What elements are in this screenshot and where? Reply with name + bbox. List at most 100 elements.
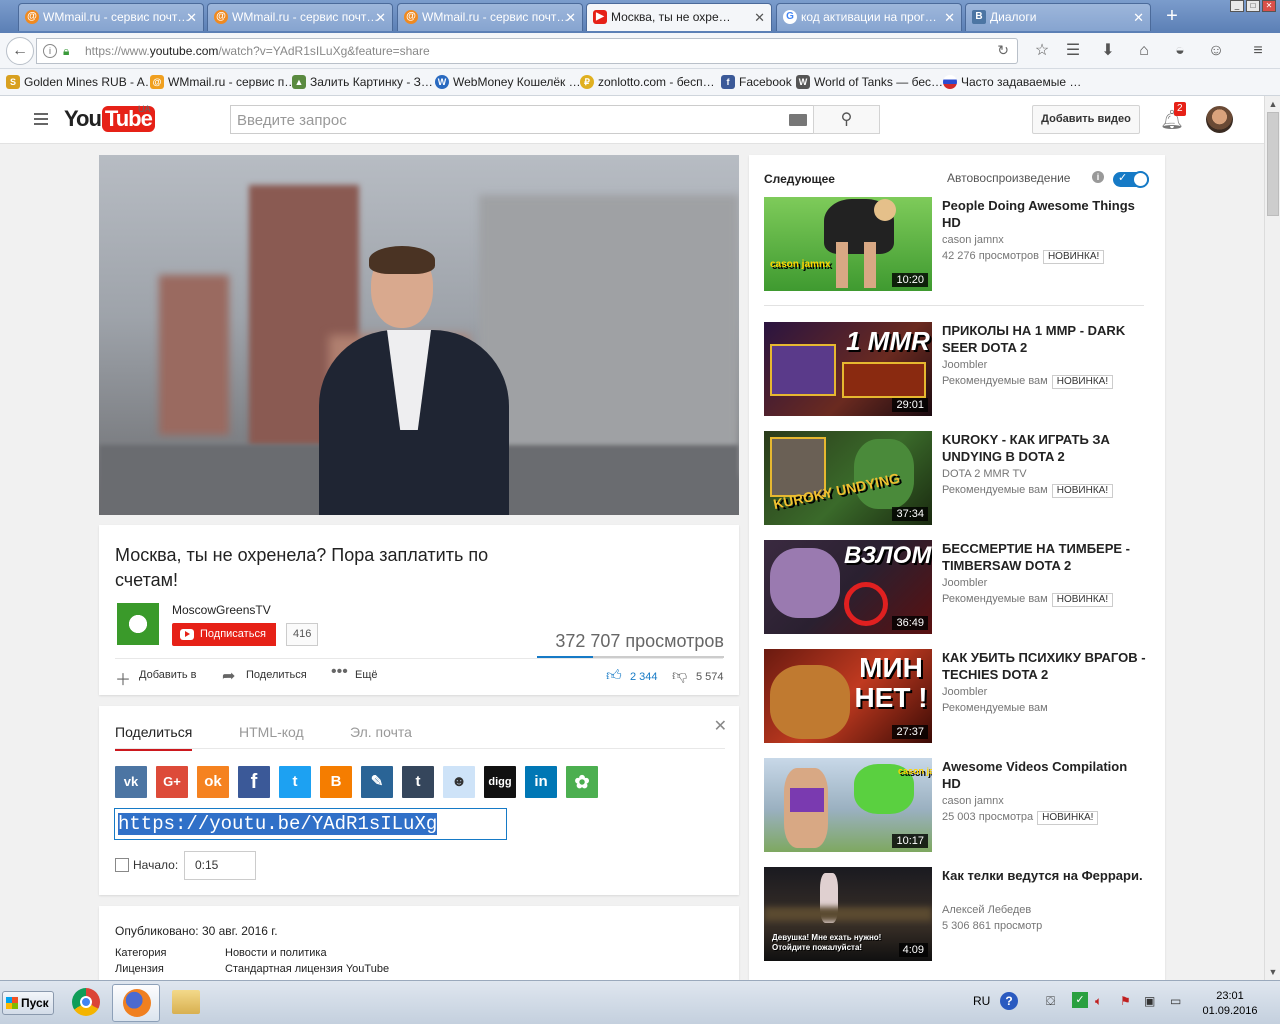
new-tab-button[interactable]: + [1158, 4, 1186, 30]
close-icon[interactable]: ✕ [375, 4, 386, 31]
odnoklassniki-share-icon[interactable]: ok [197, 766, 229, 798]
tumblr-share-icon[interactable]: t [402, 766, 434, 798]
tab-embed[interactable]: HTML-код [239, 724, 304, 740]
bookmark-item[interactable]: Часто задаваемые … [943, 75, 1081, 91]
like-button[interactable]: 👍︎ 2 344 [606, 667, 658, 684]
browser-tab-vk[interactable]: В Диалоги ✕ [965, 3, 1151, 31]
bookmark-item[interactable]: @ WMmail.ru - сервис п… [150, 75, 296, 91]
related-video-item[interactable]: Девушка! Мне ехать нужно! Отойдите пожал… [764, 867, 1154, 961]
close-icon[interactable]: ✕ [714, 716, 727, 736]
language-indicator[interactable]: RU [973, 994, 990, 1008]
hamburger-menu-icon[interactable]: ≡ [1248, 41, 1268, 61]
reddit-share-icon[interactable]: ☻ [443, 766, 475, 798]
start-button[interactable]: Пуск [2, 991, 54, 1015]
network-monitor-icon[interactable]: ⛋ [1046, 994, 1055, 1009]
bookmark-item[interactable]: W WebMoney Кошелёк … [435, 75, 581, 91]
minimize-button[interactable]: _ [1230, 0, 1244, 12]
related-video-item[interactable]: KUROKY UNDYING 37:34 KUROKY - КАК ИГРАТЬ… [764, 431, 1154, 525]
video-title[interactable]: БЕССМЕРТИЕ НА ТИМБЕРЕ - TIMBERSAW DOTA 2 [942, 540, 1147, 574]
video-title[interactable]: ПРИКОЛЫ НА 1 ММР - DARK SEER DOTA 2 [942, 322, 1147, 356]
linkedin-share-icon[interactable]: in [525, 766, 557, 798]
search-input[interactable]: Введите запрос [230, 105, 814, 134]
flag-alert-icon[interactable]: ⚑ [1120, 994, 1131, 1008]
video-player[interactable] [99, 155, 739, 515]
related-video-item[interactable]: 1 MMR 29:01 ПРИКОЛЫ НА 1 ММР - DARK SEER… [764, 322, 1154, 416]
related-video-item[interactable]: cason jamnx 10:20 People Doing Awesome T… [764, 197, 1154, 291]
video-thumbnail[interactable]: ВЗЛОМ 36:49 [764, 540, 932, 634]
video-thumbnail[interactable]: 1 MMR 29:01 [764, 322, 932, 416]
subscribe-button[interactable]: Подписаться [172, 623, 276, 646]
pocket-icon[interactable]: ◒ [1170, 41, 1190, 61]
vk-share-icon[interactable]: vk [115, 766, 147, 798]
add-to-button[interactable]: ＋ Добавить в [115, 669, 197, 689]
video-thumbnail[interactable]: KUROKY UNDYING 37:34 [764, 431, 932, 525]
volume-icon[interactable]: 🔈︎ [1095, 994, 1102, 1009]
google-plus-share-icon[interactable]: G+ [156, 766, 188, 798]
browser-tab-3[interactable]: @ WMmail.ru - сервис почт… ✕ [397, 3, 583, 31]
close-icon[interactable]: ✕ [754, 4, 765, 31]
blogger-share-icon[interactable]: B [320, 766, 352, 798]
home-icon[interactable]: ⌂ [1134, 41, 1154, 61]
video-thumbnail[interactable]: cason jamnx 10:17 [764, 758, 932, 852]
bookmark-item[interactable]: ₽ zonlotto.com - бесп… [580, 75, 715, 91]
close-icon[interactable]: ✕ [944, 4, 955, 31]
bookmark-item[interactable]: W World of Tanks — бес… [796, 75, 943, 91]
livejournal-share-icon[interactable]: ✎ [361, 766, 393, 798]
browser-tab-youtube[interactable]: ▶ Москва, ты не охре… ✕ [586, 3, 772, 31]
power-icon[interactable]: ▭ [1170, 994, 1181, 1008]
digg-share-icon[interactable]: digg [484, 766, 516, 798]
guide-menu-icon[interactable] [34, 113, 48, 125]
video-title[interactable]: Как телки ведутся на Феррари. [942, 867, 1147, 884]
video-thumbnail[interactable]: cason jamnx 10:20 [764, 197, 932, 291]
close-icon[interactable]: ✕ [565, 4, 576, 31]
channel-avatar[interactable] [117, 603, 159, 645]
autoplay-toggle[interactable]: ✓ [1113, 171, 1149, 188]
close-icon[interactable]: ✕ [186, 4, 197, 31]
tab-share[interactable]: Поделиться [115, 724, 193, 751]
twitter-share-icon[interactable]: t [279, 766, 311, 798]
tab-email[interactable]: Эл. почта [350, 724, 412, 740]
related-video-item[interactable]: МИН НЕТ ! 27:37 КАК УБИТЬ ПСИХИКУ ВРАГОВ… [764, 649, 1154, 743]
video-title[interactable]: КАК УБИТЬ ПСИХИКУ ВРАГОВ - TECHIES DOTA … [942, 649, 1147, 683]
bookmark-item[interactable]: S Golden Mines RUB - A… [6, 75, 157, 91]
share-button[interactable]: ➦ Поделиться [222, 668, 307, 685]
browser-tab-1[interactable]: @ WMmail.ru - сервис почт… ✕ [18, 3, 204, 31]
short-url-field[interactable]: https://youtu.be/YAdR1sILuXg [114, 808, 507, 840]
page-scrollbar[interactable]: ▲ ▼ [1264, 96, 1280, 980]
bookmark-item[interactable]: f Facebook [721, 75, 792, 91]
reload-icon[interactable]: ↻ [997, 42, 1009, 59]
close-window-button[interactable]: ✕ [1262, 0, 1276, 12]
browser-tab-2[interactable]: @ WMmail.ru - сервис почт… ✕ [207, 3, 393, 31]
avatar[interactable] [1206, 106, 1233, 133]
system-clock[interactable]: 23:01 01.09.2016 [1196, 989, 1264, 1019]
start-time-checkbox[interactable] [115, 858, 129, 872]
info-icon[interactable]: i [43, 44, 57, 58]
keyboard-icon[interactable] [789, 114, 807, 126]
taskbar-chrome[interactable] [62, 984, 110, 1022]
scrollbar-thumb[interactable] [1267, 112, 1279, 216]
taskbar-firefox[interactable] [112, 984, 160, 1022]
dislike-button[interactable]: 👎︎ 5 574 [672, 667, 724, 684]
category-value[interactable]: Новости и политика [225, 947, 327, 959]
video-thumbnail[interactable]: Девушка! Мне ехать нужно! Отойдите пожал… [764, 867, 932, 961]
back-button[interactable]: ← [6, 37, 34, 65]
reading-list-icon[interactable]: ☰ [1063, 41, 1083, 61]
video-title[interactable]: KUROKY - КАК ИГРАТЬ ЗА UNDYING В DOTA 2 [942, 431, 1147, 465]
info-icon[interactable]: i [1092, 171, 1104, 183]
close-icon[interactable]: ✕ [1133, 4, 1144, 31]
more-button[interactable]: ••• Ещё [331, 663, 378, 681]
youtube-logo[interactable]: You Tube UA [64, 104, 155, 132]
channel-name[interactable]: MoscowGreensTV [172, 603, 271, 617]
scroll-down-icon[interactable]: ▼ [1268, 967, 1278, 977]
bookmark-item[interactable]: ▲ Залить Картинку - З… [292, 75, 433, 91]
security-check-icon[interactable]: ✓ [1072, 992, 1088, 1008]
download-icon[interactable]: ⬇ [1098, 41, 1118, 61]
bookmark-star-icon[interactable]: ☆ [1032, 41, 1052, 61]
video-title[interactable]: People Doing Awesome Things HD [942, 197, 1147, 231]
taskbar-explorer[interactable] [162, 984, 210, 1022]
search-button[interactable]: ⚲ [813, 105, 880, 134]
help-icon[interactable]: ? [1000, 992, 1018, 1010]
maximize-button[interactable]: □ [1246, 0, 1260, 12]
chat-icon[interactable]: ☺ [1206, 41, 1226, 61]
notifications-button[interactable]: 🔔︎ 2 [1160, 102, 1186, 131]
